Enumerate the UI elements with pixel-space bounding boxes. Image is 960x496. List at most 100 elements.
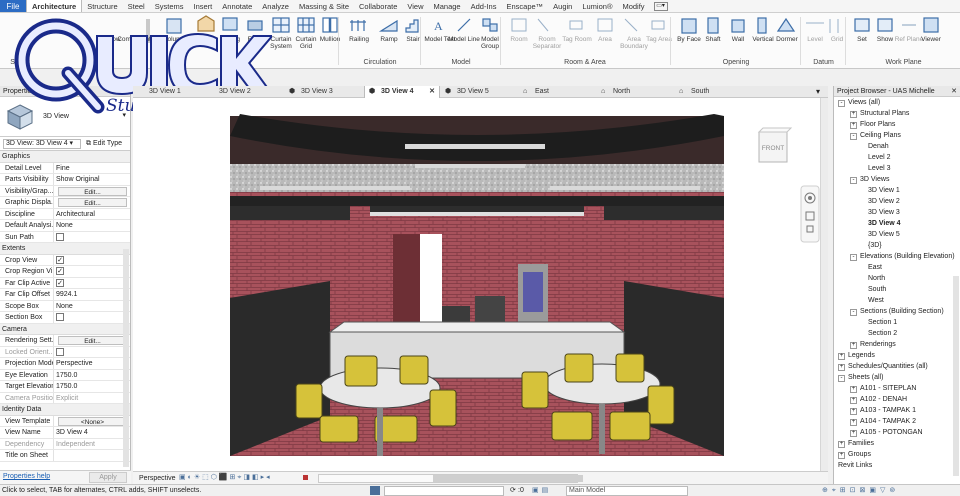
browser-node[interactable]: + Groups — [838, 450, 871, 460]
browser-node[interactable]: 3D View 3 — [868, 208, 900, 218]
property-edit-button[interactable]: Edit... — [58, 336, 127, 345]
browser-node[interactable]: Denah — [868, 142, 889, 152]
browser-node[interactable]: + A102 - DENAH — [850, 395, 907, 405]
property-value[interactable]: 1750.0 — [54, 381, 130, 392]
railing-tool[interactable]: Railing — [342, 15, 376, 55]
tab-menu-icon[interactable]: ▾ — [816, 86, 820, 98]
tab-annotate[interactable]: Annotate — [217, 0, 257, 12]
property-value[interactable]: Show Original — [54, 174, 130, 185]
tab-augin[interactable]: Augin — [548, 0, 577, 12]
expand-icon[interactable]: + — [838, 441, 845, 448]
tab-3d-view-4[interactable]: ⬢ 3D View 4 ✕ — [364, 86, 440, 98]
checkbox-checked[interactable]: ✓ — [56, 267, 64, 275]
property-value[interactable]: Independent — [54, 439, 130, 450]
view-control-icons[interactable]: ▣◐☀⬚⬡⬛⊞⌖◨◧▸◂ — [179, 472, 272, 484]
tab-analyze[interactable]: Analyze — [257, 0, 294, 12]
tab-3d-view-5[interactable]: ⬢ 3D View 5 — [441, 86, 519, 98]
expand-icon[interactable]: + — [850, 122, 857, 129]
property-value[interactable]: Edit... — [54, 335, 130, 346]
browser-node[interactable]: - Sheets (all) — [838, 373, 883, 383]
property-value[interactable]: Perspective — [54, 358, 130, 369]
browser-node[interactable]: {3D} — [868, 241, 882, 251]
selection-filter-icons[interactable]: ⊕⌖⊞⊡⊠▣▽⊚ — [822, 485, 899, 496]
tab-lumion[interactable]: Lumion® — [577, 0, 617, 12]
tab-insert[interactable]: Insert — [189, 0, 218, 12]
viewer-tool[interactable]: Viewer — [914, 15, 948, 55]
browser-node[interactable]: - Views (all) — [838, 98, 880, 108]
property-value[interactable] — [54, 450, 130, 461]
property-value[interactable] — [54, 347, 130, 358]
properties-help-link[interactable]: Properties help — [3, 473, 50, 480]
checkbox[interactable] — [56, 232, 64, 241]
browser-node[interactable]: - Sections (Building Section) — [850, 307, 944, 317]
property-edit-button[interactable]: <None> — [58, 416, 127, 426]
checkbox-checked[interactable]: ✓ — [56, 255, 64, 264]
expand-icon[interactable]: + — [850, 419, 857, 426]
expand-icon[interactable]: + — [838, 452, 845, 459]
browser-node[interactable]: East — [868, 263, 882, 273]
design-option-select[interactable]: Main Model — [566, 486, 688, 496]
tab-south[interactable]: ⌂ South — [675, 86, 753, 98]
tab-modify[interactable]: Modify — [617, 0, 649, 12]
property-group-header[interactable]: Graphics — [0, 151, 130, 163]
browser-node[interactable]: North — [868, 274, 885, 284]
browser-node[interactable]: + A103 - TAMPAK 1 — [850, 406, 916, 416]
checkbox[interactable] — [56, 313, 64, 321]
property-group-header[interactable]: Camera — [0, 323, 130, 335]
property-value[interactable]: ✓ — [54, 278, 130, 289]
tab-manage[interactable]: Manage — [429, 0, 466, 12]
tab-3d-view-1[interactable]: 3D View 1 — [133, 86, 203, 98]
browser-node[interactable]: + Legends — [838, 351, 875, 361]
property-value[interactable]: None — [54, 220, 130, 231]
browser-node[interactable]: + Floor Plans — [850, 120, 895, 130]
workset-icon[interactable] — [370, 486, 380, 495]
expand-icon[interactable]: + — [850, 430, 857, 437]
viewcube-face-label[interactable]: FRONT — [762, 145, 784, 152]
property-group-header[interactable]: Extents — [0, 243, 130, 255]
tab-add-ins[interactable]: Add-Ins — [466, 0, 502, 12]
panel-label-room-area[interactable]: Room & Area — [540, 59, 630, 66]
property-value[interactable]: Explicit — [54, 393, 130, 404]
scroll-thumb[interactable] — [433, 475, 583, 482]
property-edit-button[interactable]: Edit... — [58, 186, 127, 196]
property-value[interactable]: None — [54, 301, 130, 312]
property-edit-button[interactable]: Edit... — [58, 198, 127, 207]
property-value[interactable] — [54, 232, 130, 243]
browser-node[interactable]: Section 1 — [868, 318, 897, 328]
property-group-header[interactable]: Identity Data — [0, 404, 130, 416]
temp-hide-icon[interactable] — [303, 475, 308, 480]
checkbox[interactable] — [56, 347, 64, 356]
collapse-icon[interactable]: - — [850, 177, 857, 184]
collapse-icon[interactable]: - — [838, 375, 845, 382]
property-value[interactable]: ✓ — [54, 255, 130, 266]
browser-node[interactable]: 3D View 5 — [868, 230, 900, 240]
status-tool-icons[interactable]: ▣▤ — [532, 485, 551, 496]
tab-view[interactable]: View — [402, 0, 428, 12]
edit-type-button[interactable]: ⧉ Edit Type — [86, 139, 122, 149]
expand-icon[interactable]: + — [850, 342, 857, 349]
apply-button[interactable]: Apply — [89, 472, 127, 483]
ribbon-toggle-icon[interactable]: ▭▾ — [653, 2, 668, 11]
expand-icon[interactable]: + — [838, 364, 845, 371]
browser-node[interactable]: + Families — [838, 439, 874, 449]
property-value[interactable]: 3D View 4 — [54, 427, 130, 438]
browser-node[interactable]: Level 3 — [868, 164, 891, 174]
browser-node[interactable]: 3D View 1 — [868, 186, 900, 196]
expand-icon[interactable]: + — [850, 111, 857, 118]
close-icon[interactable]: ✕ — [429, 86, 435, 98]
file-tab[interactable]: File — [0, 0, 26, 12]
property-value[interactable]: Edit... — [54, 186, 130, 197]
tab-collaborate[interactable]: Collaborate — [354, 0, 402, 12]
property-value[interactable]: Edit... — [54, 197, 130, 208]
browser-node[interactable]: 3D View 2 — [868, 197, 900, 207]
property-value[interactable]: 1750.0 — [54, 370, 130, 381]
tab-massing-site[interactable]: Massing & Site — [294, 0, 354, 12]
tab-structure[interactable]: Structure — [82, 0, 122, 12]
browser-node[interactable]: Section 2 — [868, 329, 897, 339]
refresh-icon[interactable]: ⟳ — [510, 485, 516, 496]
browser-node[interactable]: 3D View 4 — [868, 219, 901, 229]
expand-icon[interactable]: + — [850, 397, 857, 404]
collapse-icon[interactable]: - — [850, 254, 857, 261]
property-value[interactable]: <None> — [54, 416, 130, 427]
browser-node[interactable]: Revit Links — [838, 461, 872, 471]
